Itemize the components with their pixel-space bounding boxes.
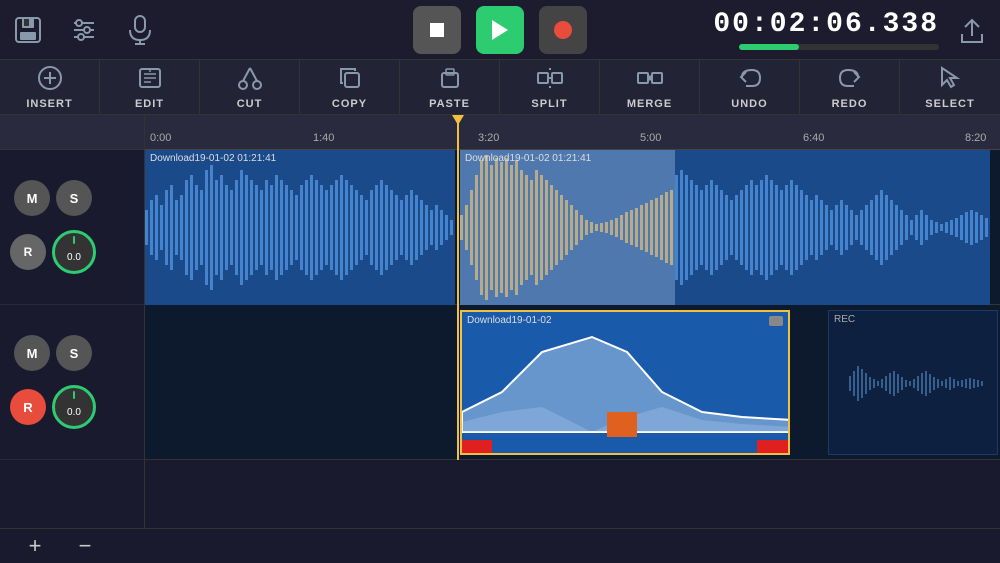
ruler-mark-1: 1:40 xyxy=(313,132,334,144)
remove-track-button[interactable]: − xyxy=(70,531,100,561)
playhead-ruler xyxy=(457,115,459,150)
timeline-ruler-spacer xyxy=(0,115,144,150)
track1-clip2-label: Download19-01-02 01:21:41 xyxy=(465,153,591,164)
edit-button[interactable]: EDIT xyxy=(100,60,200,115)
merge-icon xyxy=(636,65,664,95)
split-button[interactable]: SPLIT xyxy=(500,60,600,115)
split-label: SPLIT xyxy=(531,98,567,110)
ruler-mark-3: 5:00 xyxy=(640,132,661,144)
paste-icon xyxy=(437,65,463,95)
select-icon xyxy=(937,65,963,95)
split-icon xyxy=(536,65,564,95)
record-button[interactable] xyxy=(539,6,587,54)
merge-button[interactable]: MERGE xyxy=(600,60,700,115)
share-button[interactable] xyxy=(954,12,990,48)
track1-playhead xyxy=(457,150,459,305)
stop-button[interactable] xyxy=(413,6,461,54)
track2-controls: M S R 0.0 xyxy=(0,305,144,460)
track1-clip1[interactable]: Download19-01-02 01:21:41 xyxy=(145,150,455,305)
add-track-button[interactable]: + xyxy=(20,531,50,561)
track1-solo-button[interactable]: S xyxy=(56,180,92,216)
play-button[interactable] xyxy=(476,6,524,54)
redo-button[interactable]: REDO xyxy=(800,60,900,115)
track1-clip2[interactable]: Download19-01-02 01:21:41 xyxy=(460,150,990,305)
save-button[interactable] xyxy=(10,12,46,48)
edit-toolbar: INSERT EDIT CUT xyxy=(0,60,1000,115)
paste-button[interactable]: PASTE xyxy=(400,60,500,115)
track2-clip1-handle[interactable] xyxy=(769,316,783,326)
insert-label: INSERT xyxy=(26,98,72,110)
mic-button[interactable] xyxy=(122,12,158,48)
select-label: SELECT xyxy=(925,98,974,110)
edit-icon xyxy=(137,65,163,95)
track1: Download19-01-02 01:21:41 xyxy=(145,150,1000,305)
paste-label: PASTE xyxy=(429,98,470,110)
track2-solo-button[interactable]: S xyxy=(56,335,92,371)
ruler-mark-2: 3:20 xyxy=(478,132,499,144)
top-toolbar: 00:02:06.338 xyxy=(0,0,1000,60)
track2-mute-button[interactable]: M xyxy=(14,335,50,371)
track2-rec-clip[interactable]: REC xyxy=(828,310,998,455)
copy-label: COPY xyxy=(332,98,367,110)
track1-knob[interactable]: 0.0 xyxy=(52,230,96,274)
tracks-container: Download19-01-02 01:21:41 xyxy=(145,150,1000,460)
track2-knob[interactable]: 0.0 xyxy=(52,385,96,429)
track2-rec-waveform xyxy=(829,311,998,455)
track1-clip1-label: Download19-01-02 01:21:41 xyxy=(150,153,276,164)
toolbar-right: 00:02:06.338 xyxy=(587,9,990,50)
insert-button[interactable]: INSERT xyxy=(0,60,100,115)
track-controls: M S R 0.0 M S R xyxy=(0,115,145,528)
track2-record-button[interactable]: R xyxy=(10,389,46,425)
copy-icon xyxy=(337,65,363,95)
track1-selection-highlight xyxy=(460,150,675,305)
main-area: M S R 0.0 M S R xyxy=(0,115,1000,528)
track2: Download19-01-02 xyxy=(145,305,1000,460)
time-display: 00:02:06.338 xyxy=(713,9,939,40)
undo-label: UNDO xyxy=(731,98,767,110)
timeline-ruler[interactable]: 0:00 1:40 3:20 5:00 6:40 8:20 xyxy=(145,115,1000,150)
select-button[interactable]: SELECT xyxy=(900,60,1000,115)
copy-button[interactable]: COPY xyxy=(300,60,400,115)
cut-button[interactable]: CUT xyxy=(200,60,300,115)
undo-button[interactable]: UNDO xyxy=(700,60,800,115)
insert-icon xyxy=(37,65,63,95)
toolbar-left xyxy=(10,12,413,48)
redo-icon xyxy=(836,65,864,95)
settings-button[interactable] xyxy=(66,12,102,48)
edit-label: EDIT xyxy=(135,98,164,110)
cut-label: CUT xyxy=(237,98,263,110)
track2-rec-label: REC xyxy=(834,314,855,325)
track2-clip1-waveform xyxy=(462,312,790,455)
progress-fill xyxy=(739,44,799,50)
transport-controls xyxy=(413,6,587,54)
timeline-area: 0:00 1:40 3:20 5:00 6:40 8:20 Download19… xyxy=(145,115,1000,528)
track1-record-button[interactable]: R xyxy=(10,234,46,270)
track1-mute-button[interactable]: M xyxy=(14,180,50,216)
bottom-bar: + − xyxy=(0,528,1000,563)
undo-icon xyxy=(736,65,764,95)
track1-controls: M S R 0.0 xyxy=(0,150,144,305)
playhead-triangle xyxy=(452,115,464,125)
merge-label: MERGE xyxy=(627,98,672,110)
redo-label: REDO xyxy=(832,98,868,110)
progress-bar xyxy=(739,44,939,50)
ruler-mark-5: 8:20 xyxy=(965,132,986,144)
ruler-mark-4: 6:40 xyxy=(803,132,824,144)
ruler-mark-0: 0:00 xyxy=(150,132,171,144)
track2-clip1-label: Download19-01-02 xyxy=(467,315,552,326)
cut-icon xyxy=(236,65,264,95)
track1-clip1-waveform xyxy=(145,150,455,305)
track2-clip1[interactable]: Download19-01-02 xyxy=(460,310,790,455)
track2-playhead xyxy=(457,305,459,460)
